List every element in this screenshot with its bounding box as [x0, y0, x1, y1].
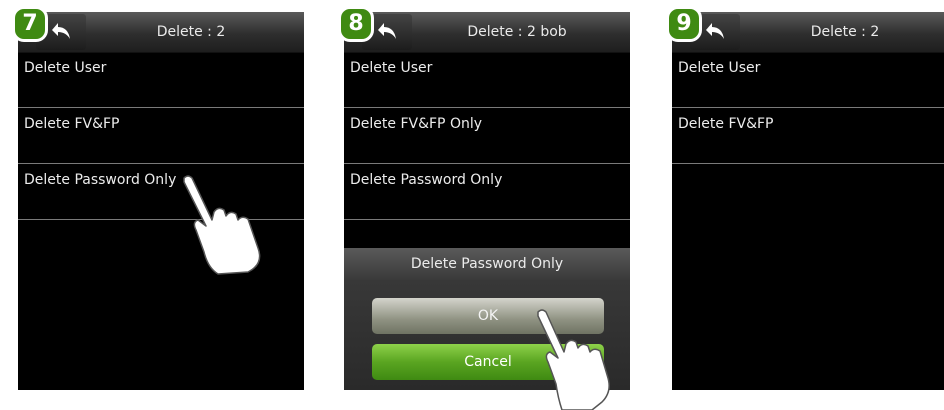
- menu-list: Delete User Delete FV&FP: [672, 52, 944, 164]
- back-arrow-icon: [52, 23, 70, 39]
- title-bar: Delete : 2: [672, 12, 944, 53]
- screen-title: Delete : 2: [156, 24, 226, 40]
- menu-item-delete-password-only[interactable]: Delete Password Only: [344, 164, 630, 220]
- dialog-title: Delete Password Only: [344, 248, 630, 280]
- screen-title: Delete : 2 bob: [467, 24, 567, 40]
- step-badge: 7: [12, 6, 48, 42]
- back-arrow-icon: [706, 23, 724, 39]
- hand-pointer-icon: [183, 175, 261, 275]
- screen-title: Delete : 2: [810, 24, 880, 40]
- device-screen-step-9: Delete : 2 Delete User Delete FV&FP: [672, 12, 944, 390]
- menu-item-delete-user[interactable]: Delete User: [344, 52, 630, 108]
- menu-list: Delete User Delete FV&FP Only Delete Pas…: [344, 52, 630, 220]
- step-badge: 9: [666, 6, 702, 42]
- menu-item-delete-fv-fp[interactable]: Delete FV&FP: [672, 108, 944, 164]
- hand-pointer-icon: [537, 309, 610, 410]
- menu-item-delete-user[interactable]: Delete User: [672, 52, 944, 108]
- step-badge: 8: [338, 6, 374, 42]
- menu-item-delete-user[interactable]: Delete User: [18, 52, 304, 108]
- title-bar: Delete : 2 bob: [344, 12, 630, 53]
- back-arrow-icon: [378, 23, 396, 39]
- menu-item-delete-fv-fp[interactable]: Delete FV&FP: [18, 108, 304, 164]
- menu-item-delete-fv-fp-only[interactable]: Delete FV&FP Only: [344, 108, 630, 164]
- title-bar: Delete : 2: [18, 12, 304, 53]
